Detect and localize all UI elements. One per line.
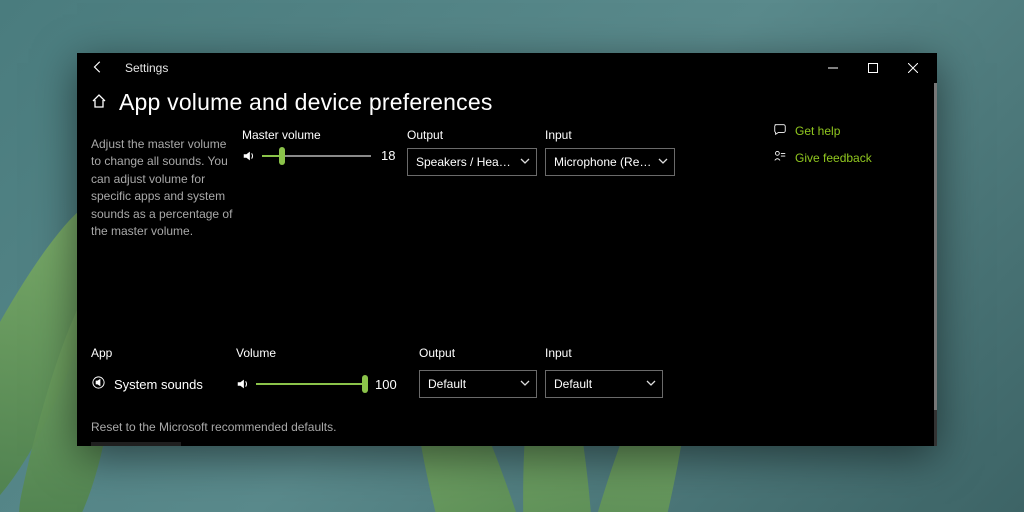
give-feedback-link[interactable]: Give feedback [773,149,923,166]
reset-button[interactable]: Reset [91,442,181,446]
reset-area: Reset to the Microsoft recommended defau… [91,420,923,446]
master-volume-value: 18 [381,148,407,163]
column-volume: Volume [236,346,401,360]
column-output: Output [419,346,537,360]
master-volume-section: Master volume 18 [242,128,407,163]
scrollbar-thumb[interactable] [934,83,937,410]
reset-hint: Reset to the Microsoft recommended defau… [91,420,923,434]
app-input-value: Default [554,377,592,391]
column-app: App [91,346,236,360]
minimize-button[interactable] [813,53,853,83]
master-input-value: Microphone (Realte... [554,155,654,169]
close-button[interactable] [893,53,933,83]
chevron-down-icon [520,157,530,168]
get-help-link[interactable]: Get help [773,122,923,139]
give-feedback-label: Give feedback [795,151,872,165]
page-description: Adjust the master volume to change all s… [91,128,242,240]
input-label: Input [545,128,675,142]
master-input-select[interactable]: Microphone (Realte... [545,148,675,176]
app-volume-value: 100 [375,377,401,392]
help-icon [773,122,787,139]
sound-scheme-icon [91,375,106,393]
back-button[interactable] [89,60,107,77]
settings-window: Settings App volume and device preferenc… [77,53,937,446]
vertical-scrollbar[interactable] [934,83,937,446]
app-name-label: System sounds [114,377,203,392]
master-output-value: Speakers / Headpho... [416,155,516,169]
speaker-icon[interactable] [236,377,250,391]
help-column: Get help Give feedback [773,122,923,176]
content-area: Get help Give feedback Adjust the master… [77,122,937,446]
app-system-sounds: System sounds [91,375,236,393]
master-volume-slider[interactable] [262,149,371,163]
page-header: App volume and device preferences [77,83,937,122]
maximize-button[interactable] [853,53,893,83]
master-input-section: Input Microphone (Realte... [545,128,675,176]
app-input-select[interactable]: Default [545,370,663,398]
output-label: Output [407,128,537,142]
master-volume-label: Master volume [242,128,407,142]
master-output-section: Output Speakers / Headpho... [407,128,537,176]
app-header-row: App Volume Output Input [91,346,923,366]
app-volume-slider[interactable] [256,377,365,391]
app-row: System sounds 100 [91,370,923,398]
page-title: App volume and device preferences [119,89,493,116]
get-help-label: Get help [795,124,840,138]
app-output-select[interactable]: Default [419,370,537,398]
chevron-down-icon [646,379,656,390]
titlebar: Settings [77,53,937,83]
column-input: Input [545,346,663,360]
app-output-value: Default [428,377,466,391]
speaker-icon[interactable] [242,149,256,163]
home-icon[interactable] [91,93,107,113]
app-name: Settings [125,61,168,75]
master-output-select[interactable]: Speakers / Headpho... [407,148,537,176]
feedback-icon [773,149,787,166]
chevron-down-icon [520,379,530,390]
chevron-down-icon [658,157,668,168]
